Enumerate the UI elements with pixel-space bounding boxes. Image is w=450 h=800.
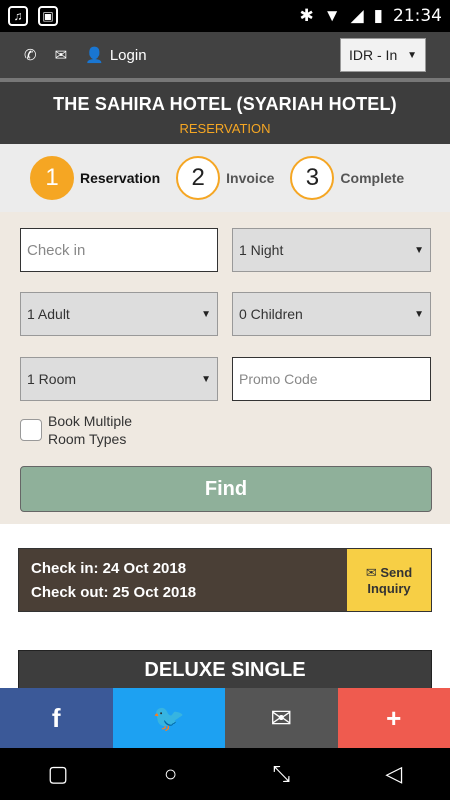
share-bar: f 🐦 ✉ + <box>0 688 450 748</box>
checkout-date: Check out: 25 Oct 2018 <box>31 584 197 601</box>
clock: 21:34 <box>393 6 442 26</box>
page-subtitle: RESERVATION <box>179 121 271 136</box>
chevron-down-icon: ▼ <box>414 244 424 256</box>
adults-value: 1 Adult <box>27 306 70 322</box>
step-number: 3 <box>290 156 335 200</box>
plus-icon: + <box>386 702 402 733</box>
checkin-placeholder: Check in <box>27 241 86 259</box>
nights-select[interactable]: 1 Night ▼ <box>232 228 431 272</box>
progress-steps: 1 Reservation 2 Invoice 3 Complete <box>0 144 450 212</box>
envelope-icon: ✉ <box>270 702 293 733</box>
fullscreen-icon[interactable]: ⤡ <box>272 761 290 787</box>
chevron-down-icon: ▼ <box>201 308 211 320</box>
back-icon[interactable]: ◁ <box>385 761 402 787</box>
promo-placeholder: Promo Code <box>239 371 318 387</box>
app-icon: ▣ <box>38 6 58 26</box>
mail-icon[interactable]: ✉ <box>55 46 68 64</box>
email-share-button[interactable]: ✉ <box>225 688 338 748</box>
home-icon[interactable]: ○ <box>164 761 177 787</box>
step-label: Reservation <box>80 170 161 186</box>
step-number: 2 <box>176 156 221 200</box>
step-complete: 3 Complete <box>290 156 404 200</box>
chevron-down-icon: ▼ <box>414 308 424 320</box>
multi-room-checkbox[interactable] <box>20 419 42 442</box>
chevron-down-icon: ▼ <box>407 49 417 61</box>
step-label: Invoice <box>226 170 275 186</box>
room-title: DELUXE SINGLE <box>18 650 432 690</box>
currency-value: IDR - In <box>349 47 398 63</box>
facebook-icon: f <box>51 702 61 733</box>
status-bar: ♫ ▣ ✱ ▼ ◢ ▮ 21:34 <box>0 0 450 32</box>
login-link[interactable]: 👤 Login <box>85 46 147 65</box>
phone-icon[interactable]: ✆ <box>24 46 37 64</box>
twitter-share-button[interactable]: 🐦 <box>112 688 225 748</box>
multi-room-label-line2: Room Types <box>48 431 127 448</box>
hotel-title: THE SAHIRA HOTEL (SYARIAH HOTEL) <box>53 94 397 114</box>
chevron-down-icon: ▼ <box>201 373 211 385</box>
children-select[interactable]: 0 Children ▼ <box>232 292 431 336</box>
top-contact-bar: ✆ ✉ 👤 Login IDR - In ▼ <box>0 32 450 78</box>
nights-value: 1 Night <box>239 242 284 258</box>
login-label: Login <box>109 46 147 64</box>
stay-dates: Check in: 24 Oct 2018 Check out: 25 Oct … <box>19 549 347 611</box>
user-icon: 👤 <box>85 47 104 64</box>
facebook-share-button[interactable]: f <box>0 688 113 748</box>
step-reservation: 1 Reservation <box>30 156 160 200</box>
find-button[interactable]: Find <box>20 466 432 512</box>
hotel-header: THE SAHIRA HOTEL (SYARIAH HOTEL) RESERVA… <box>0 78 450 144</box>
inquiry-label-line2: Inquiry <box>367 580 411 596</box>
multi-room-label: Book Multiple Room Types <box>48 412 132 448</box>
step-invoice: 2 Invoice <box>176 156 274 200</box>
multi-room-option[interactable]: Book Multiple Room Types <box>20 412 132 448</box>
recent-apps-icon[interactable]: ▢ <box>48 761 69 787</box>
checkin-input[interactable]: Check in <box>20 228 218 272</box>
android-nav-bar: ▢ ○ ⤡ ◁ <box>0 748 450 800</box>
stay-summary: Check in: 24 Oct 2018 Check out: 25 Oct … <box>18 548 432 612</box>
wifi-icon: ▼ <box>323 6 341 25</box>
inquiry-label-line1: Send <box>380 564 413 580</box>
step-label: Complete <box>340 170 405 186</box>
more-share-button[interactable]: + <box>337 688 450 748</box>
battery-icon: ▮ <box>373 6 383 25</box>
envelope-icon: ✉ <box>365 564 377 580</box>
promo-code-input[interactable]: Promo Code <box>232 357 431 401</box>
rooms-value: 1 Room <box>27 371 77 387</box>
rooms-select[interactable]: 1 Room ▼ <box>20 357 218 401</box>
currency-select[interactable]: IDR - In ▼ <box>340 38 426 72</box>
children-value: 0 Children <box>239 306 303 322</box>
reservation-form: Check in 1 Night ▼ 1 Adult ▼ 0 Children … <box>0 212 450 524</box>
music-icon: ♫ <box>8 6 28 26</box>
twitter-icon: 🐦 <box>152 702 185 733</box>
checkin-date: Check in: 24 Oct 2018 <box>31 560 187 577</box>
bluetooth-icon: ✱ <box>299 6 314 25</box>
send-inquiry-button[interactable]: ✉ Send Inquiry <box>347 549 431 611</box>
signal-icon: ◢ <box>350 6 364 25</box>
step-number: 1 <box>30 156 74 200</box>
multi-room-label-line1: Book Multiple <box>48 413 133 429</box>
adults-select[interactable]: 1 Adult ▼ <box>20 292 218 336</box>
